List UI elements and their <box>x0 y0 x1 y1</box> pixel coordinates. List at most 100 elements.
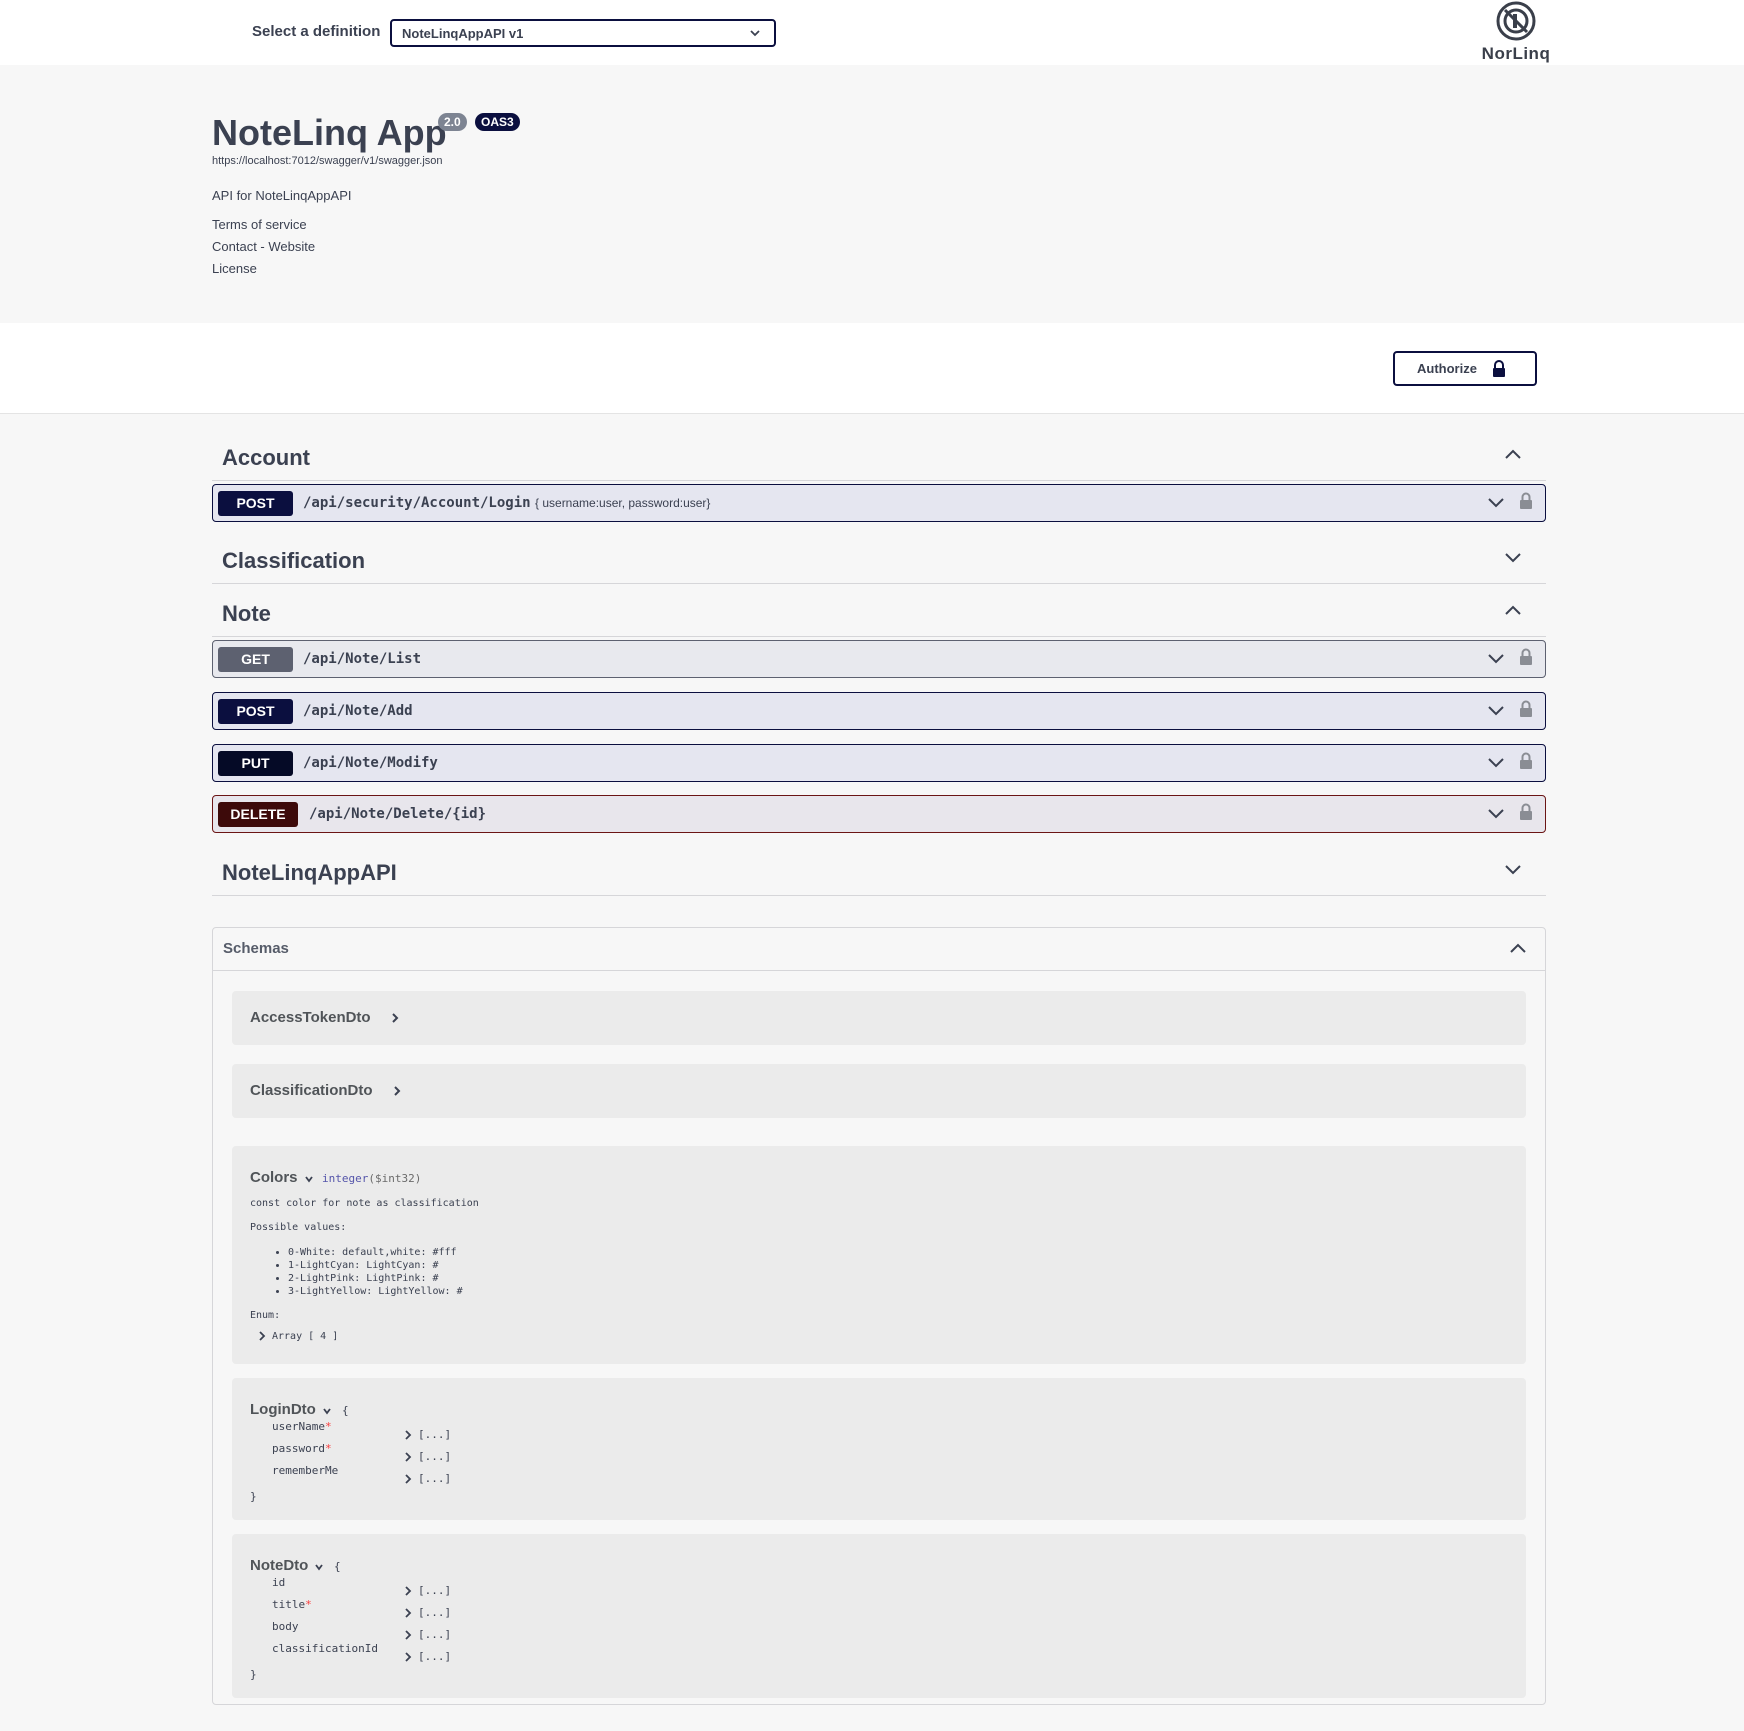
logo-text: NorLinq <box>1481 44 1551 63</box>
collapsed-value: [...] <box>418 1606 452 1619</box>
prop-value-toggle[interactable]: [...] <box>404 1428 451 1441</box>
op-path: /api/Note/Modify <box>303 755 438 771</box>
model-description: const color for note as classification <box>250 1198 479 1209</box>
authorize-label: Authorize <box>1417 361 1477 376</box>
list-item: 2-LightPink: LightPink: # <box>288 1272 463 1285</box>
logo: NorLinq <box>1476 0 1556 66</box>
enum-label: Enum: <box>250 1310 281 1321</box>
method-badge: GET <box>218 647 293 672</box>
prop-value-toggle[interactable]: [...] <box>404 1606 451 1619</box>
chevron-up-icon <box>1505 449 1521 459</box>
model-accesstokendto[interactable]: AccessTokenDto <box>232 991 1526 1045</box>
model-name: ClassificationDto <box>250 1082 373 1099</box>
prop-value-toggle[interactable]: [...] <box>404 1584 451 1597</box>
chevron-right-icon <box>259 1331 266 1341</box>
chevron-right-icon <box>405 1630 412 1640</box>
authorize-button[interactable]: Authorize <box>1393 351 1537 386</box>
chevron-down-icon[interactable] <box>322 1406 332 1416</box>
brace-open: { <box>334 1560 341 1573</box>
prop-value-toggle[interactable]: [...] <box>404 1628 451 1641</box>
collapsed-value: [...] <box>418 1450 452 1463</box>
possible-values-list: 0-White: default,white: #fff 1-LightCyan… <box>270 1246 463 1298</box>
lock-icon <box>1493 360 1505 377</box>
chevron-down-icon <box>1505 865 1521 875</box>
list-item: 3-LightYellow: LightYellow: # <box>288 1285 463 1298</box>
terms-of-service-link[interactable]: Terms of service <box>212 217 307 232</box>
collapsed-value: [...] <box>418 1584 452 1597</box>
prop-value-toggle[interactable]: [...] <box>404 1650 451 1663</box>
chevron-down-icon <box>1488 809 1504 819</box>
chevron-right-icon <box>392 1013 399 1023</box>
chevron-up-icon <box>1505 605 1521 615</box>
type-name: integer <box>322 1172 369 1185</box>
model-name[interactable]: Colors <box>250 1169 298 1186</box>
op-post-login[interactable]: POST /api/security/Account/Login { usern… <box>212 484 1546 522</box>
model-name[interactable]: NoteDto <box>250 1557 308 1574</box>
contact-website-link[interactable]: Contact - Website <box>212 239 315 254</box>
method-badge: DELETE <box>218 802 298 827</box>
api-description: API for NoteLinqAppAPI <box>212 188 352 203</box>
op-put-modify[interactable]: PUT /api/Note/Modify <box>212 744 1546 782</box>
norlinq-logo-icon <box>1496 1 1536 41</box>
required-mark: * <box>324 1442 332 1455</box>
op-delete-note[interactable]: DELETE /api/Note/Delete/{id} <box>212 795 1546 833</box>
chevron-up-icon <box>1510 943 1526 953</box>
model-name: AccessTokenDto <box>250 1009 371 1026</box>
definition-select[interactable]: NoteLinqAppAPI v1 <box>390 19 776 47</box>
op-get-list[interactable]: GET /api/Note/List <box>212 640 1546 678</box>
possible-values-label: Possible values: <box>250 1222 347 1233</box>
op-path: /api/Note/List <box>303 651 422 667</box>
brace-close: } <box>250 1668 257 1681</box>
tag-classification[interactable]: Classification <box>212 534 1546 584</box>
tag-notelinqappapi-title: NoteLinqAppAPI <box>222 860 397 885</box>
schemas-header[interactable]: Schemas <box>213 928 1545 971</box>
required-mark: * <box>305 1598 312 1611</box>
prop-label: password <box>272 1442 325 1455</box>
chevron-down-icon[interactable] <box>304 1174 314 1184</box>
required-mark: * <box>324 1420 332 1433</box>
collapsed-value: [...] <box>418 1472 452 1485</box>
prop-value-toggle[interactable]: [...] <box>404 1450 451 1463</box>
method-badge: POST <box>218 699 293 724</box>
prop-username: userName* <box>272 1420 332 1433</box>
tag-note[interactable]: Note <box>212 587 1546 637</box>
chevron-down-icon <box>750 30 760 37</box>
prop-rememberme: rememberMe <box>272 1464 339 1477</box>
prop-classificationid: classificationId <box>272 1642 378 1655</box>
lock-icon[interactable] <box>1519 648 1533 666</box>
prop-password: password* <box>272 1442 332 1455</box>
model-colors: Colors integer($int32) const color for n… <box>232 1146 1526 1364</box>
license-link[interactable]: License <box>212 261 257 276</box>
tag-account[interactable]: Account <box>212 431 1546 481</box>
enum-array-toggle[interactable]: Array [ 4 ] <box>258 1331 338 1342</box>
oas-badge: OAS3 <box>475 113 520 131</box>
model-classificationdto[interactable]: ClassificationDto <box>232 1064 1526 1118</box>
lock-icon[interactable] <box>1519 700 1533 718</box>
chevron-down-icon <box>1488 758 1504 768</box>
op-path: /api/Note/Delete/{id} <box>309 806 487 822</box>
schemas-section: Schemas AccessTokenDto ClassificationDto… <box>212 927 1546 1705</box>
prop-label: title <box>272 1598 306 1611</box>
chevron-down-icon <box>1488 498 1504 508</box>
tag-notelinqappapi[interactable]: NoteLinqAppAPI <box>212 846 1546 896</box>
prop-label: userName <box>272 1420 325 1433</box>
prop-body: body <box>272 1620 299 1633</box>
model-logindto: LoginDto { userName* password* rememberM… <box>232 1378 1526 1520</box>
op-post-add[interactable]: POST /api/Note/Add <box>212 692 1546 730</box>
tag-note-title: Note <box>222 601 271 626</box>
prop-value-toggle[interactable]: [...] <box>404 1472 451 1485</box>
chevron-down-icon[interactable] <box>314 1562 324 1572</box>
chevron-right-icon <box>394 1086 401 1096</box>
chevron-right-icon <box>405 1452 412 1462</box>
model-name[interactable]: LoginDto <box>250 1401 316 1418</box>
lock-icon[interactable] <box>1519 492 1533 510</box>
chevron-down-icon <box>1488 706 1504 716</box>
definition-select-value: NoteLinqAppAPI v1 <box>402 26 524 41</box>
op-path: /api/Note/Add <box>303 703 413 719</box>
definition-label: Select a definition <box>252 23 381 40</box>
lock-icon[interactable] <box>1519 803 1533 821</box>
tag-classification-title: Classification <box>222 548 366 573</box>
type-format: ($int32) <box>368 1172 422 1185</box>
lock-icon[interactable] <box>1519 752 1533 770</box>
spec-url-link[interactable]: https://localhost:7012/swagger/v1/swagge… <box>212 155 443 167</box>
